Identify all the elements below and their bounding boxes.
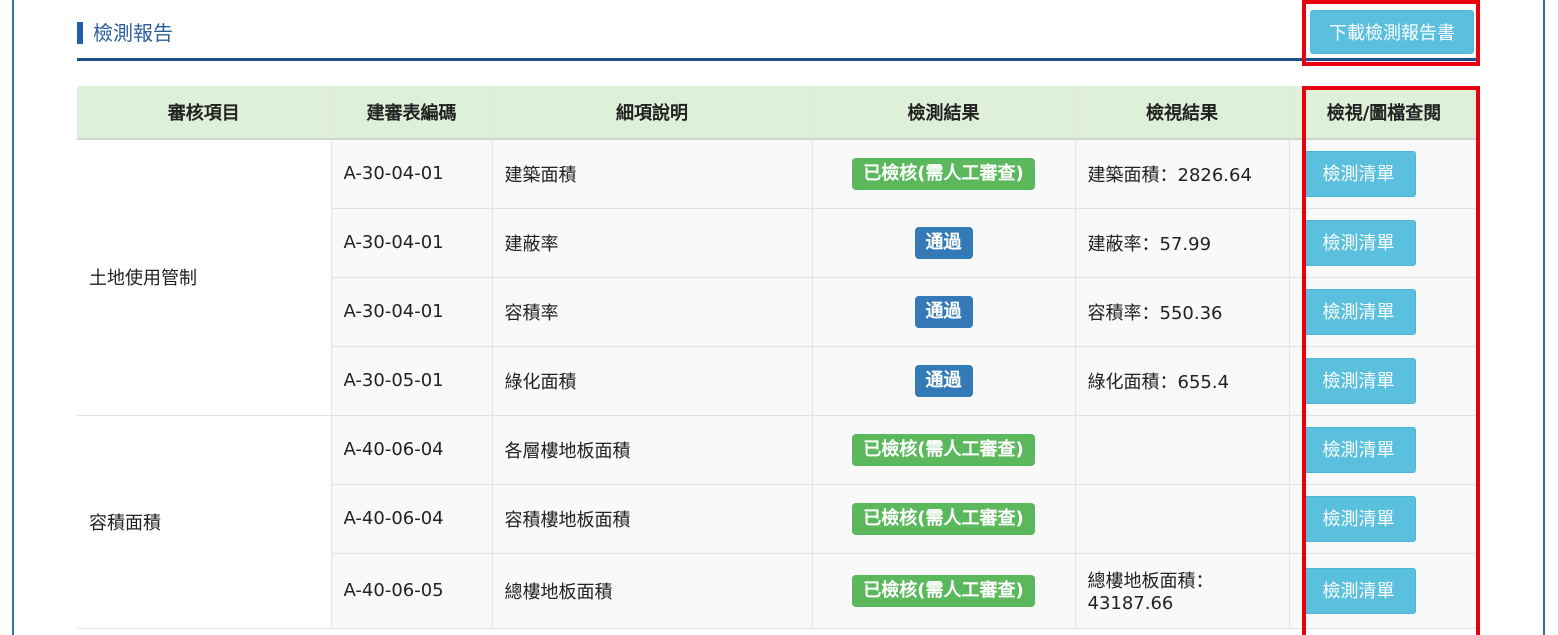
result-cell: 已檢核(需人工審查): [812, 415, 1076, 485]
form-code-cell: A-30-04-01: [331, 208, 493, 278]
detail-cell: 總樓地板面積: [492, 553, 813, 629]
status-badge: 已檢核(需人工審查): [852, 157, 1035, 190]
view-result-line: 43187.66: [1087, 593, 1174, 614]
detail-cell: 容積樓地板面積: [492, 484, 813, 554]
view-result-cell: 建築面積：2826.64: [1075, 139, 1290, 209]
view-result-cell: 綠化面積：655.4: [1075, 346, 1290, 416]
highlight-box-download: [1302, 0, 1480, 66]
detail-cell: 容積率: [492, 277, 813, 347]
detail-cell: 綠化面積: [492, 346, 813, 416]
section-title: 檢測報告: [93, 21, 173, 45]
view-result-cell: 總樓地板面積： 43187.66: [1075, 553, 1290, 629]
header-view-result: 檢視結果: [1075, 86, 1290, 140]
form-code-cell: A-40-06-05: [331, 553, 493, 629]
view-result-cell: 建蔽率：57.99: [1075, 208, 1290, 278]
table-row: 容積面積 A-40-06-04 各層樓地板面積 已檢核(需人工審查) 檢測清單: [77, 415, 1480, 629]
table-header-row: 審核項目 建審表編碼 細項說明 檢測結果 檢視結果 檢視/圖檔查閱: [77, 86, 1480, 140]
status-badge: 通過: [914, 226, 973, 259]
highlight-box-view-column: [1302, 86, 1480, 635]
form-code-cell: A-30-04-01: [331, 139, 493, 209]
header-inspection-result: 檢測結果: [812, 86, 1076, 140]
form-code-cell: A-40-06-04: [331, 484, 493, 554]
result-cell: 已檢核(需人工審查): [812, 139, 1076, 209]
result-cell: 已檢核(需人工審查): [812, 484, 1076, 554]
view-result-line: 總樓地板面積：: [1087, 571, 1214, 592]
detail-cell: 建築面積: [492, 139, 813, 209]
page-frame-left-border: [12, 0, 14, 635]
section-header: 檢測報告: [77, 14, 1479, 62]
form-code-cell: A-30-04-01: [331, 277, 493, 347]
status-badge: 通過: [914, 295, 973, 328]
result-cell: 通過: [812, 346, 1076, 416]
detail-cell: 建蔽率: [492, 208, 813, 278]
view-result-cell: 容積率：550.36: [1075, 277, 1290, 347]
view-result-cell: [1075, 484, 1290, 554]
result-cell: 已檢核(需人工審查): [812, 553, 1076, 629]
detail-cell: 各層樓地板面積: [492, 415, 813, 485]
header-detail: 細項說明: [492, 86, 813, 140]
status-badge: 通過: [914, 364, 973, 397]
form-code-cell: A-30-05-01: [331, 346, 493, 416]
result-cell: 通過: [812, 208, 1076, 278]
result-cell: 通過: [812, 277, 1076, 347]
status-badge: 已檢核(需人工審查): [852, 433, 1035, 466]
section-divider: [77, 58, 1479, 61]
header-form-code: 建審表編碼: [331, 86, 493, 140]
view-result-cell: [1075, 415, 1290, 485]
page-frame-right-border: [1543, 0, 1545, 635]
status-badge: 已檢核(需人工審查): [852, 502, 1035, 535]
form-code-cell: A-40-06-04: [331, 415, 493, 485]
section-title-marker: [77, 22, 83, 44]
table-row: 土地使用管制 A-30-04-01 建築面積 已檢核(需人工審查) 建築面積：2…: [77, 139, 1480, 416]
review-category-cell: 容積面積: [77, 415, 332, 629]
inspection-report-table: 審核項目 建審表編碼 細項說明 檢測結果 檢視結果 檢視/圖檔查閱 土地使用管制…: [77, 86, 1480, 629]
header-review-item: 審核項目: [77, 86, 332, 140]
review-category-cell: 土地使用管制: [77, 139, 332, 416]
status-badge: 已檢核(需人工審查): [852, 574, 1035, 607]
